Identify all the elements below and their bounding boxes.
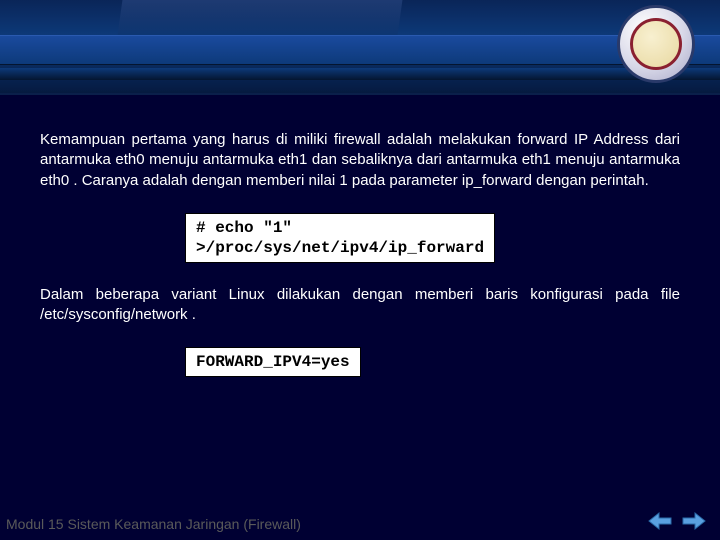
code-block-2: FORWARD_IPV4=yes: [185, 347, 361, 377]
header-band: [0, 35, 720, 65]
header-band-lower: [0, 68, 720, 80]
logo-inner: [630, 18, 682, 70]
slide-header: [0, 0, 720, 95]
paragraph-2: Dalam beberapa variant Linux dilakukan d…: [40, 285, 680, 326]
header-keyboard-graphic: [118, 0, 403, 35]
footer-text: Modul 15 Sistem Keamanan Jaringan (Firew…: [6, 516, 301, 532]
nav-controls: [646, 510, 708, 532]
slide-content: Kemampuan pertama yang harus di miliki f…: [0, 95, 720, 377]
paragraph-1: Kemampuan pertama yang harus di miliki f…: [40, 130, 680, 191]
code-line: # echo "1": [196, 219, 292, 237]
code-block-1: # echo "1" >/proc/sys/net/ipv4/ip_forwar…: [185, 213, 495, 263]
logo-badge: [617, 5, 695, 83]
arrow-right-icon: [681, 511, 707, 531]
next-button[interactable]: [680, 510, 708, 532]
code-line: FORWARD_IPV4=yes: [196, 353, 350, 371]
code-line: >/proc/sys/net/ipv4/ip_forward: [196, 239, 484, 257]
arrow-left-icon: [647, 511, 673, 531]
prev-button[interactable]: [646, 510, 674, 532]
